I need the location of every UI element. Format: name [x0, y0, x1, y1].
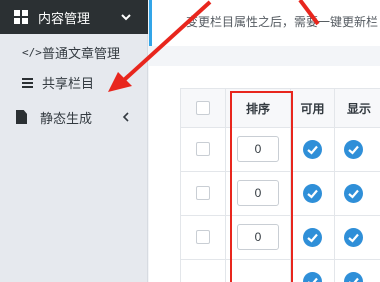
highlight-box — [230, 91, 293, 282]
check-circle-icon[interactable] — [303, 184, 322, 203]
row-checkbox[interactable] — [196, 142, 210, 156]
sidebar-item-shared-columns[interactable]: 共享栏目 — [0, 67, 148, 97]
check-circle-icon[interactable] — [303, 272, 322, 282]
chevron-down-icon — [118, 9, 134, 25]
sidebar-item-label: 普通文章管理 — [42, 46, 121, 62]
row-checkbox[interactable] — [196, 230, 210, 244]
check-circle-icon[interactable] — [344, 184, 363, 203]
notice-text: 变更栏目属性之后，需要一键更新栏 — [186, 15, 379, 29]
sidebar-item-articles[interactable]: </> 普通文章管理 — [0, 37, 148, 67]
notice-bar: 变更栏目属性之后，需要一键更新栏 — [149, 0, 380, 46]
enabled-cell — [290, 128, 335, 172]
header-select-cell — [180, 88, 226, 128]
menu-header-label: 内容管理 — [38, 12, 91, 27]
check-circle-icon[interactable] — [303, 228, 322, 247]
enabled-cell — [290, 216, 335, 260]
visible-cell — [334, 216, 380, 260]
row-checkbox[interactable] — [196, 186, 210, 200]
table-row — [180, 260, 226, 282]
visible-cell — [334, 128, 380, 172]
sidebar-item-static-generation[interactable]: 静态生成 — [0, 100, 148, 134]
sidebar-item-label: 静态生成 — [40, 112, 93, 127]
check-circle-icon[interactable] — [344, 272, 363, 282]
table-row — [180, 216, 226, 260]
chevron-left-icon — [120, 109, 132, 125]
check-circle-icon[interactable] — [303, 140, 322, 159]
list-icon — [22, 78, 33, 88]
sidebar-item-label: 共享栏目 — [42, 76, 95, 92]
check-circle-icon[interactable] — [344, 228, 363, 247]
visible-cell — [334, 172, 380, 216]
code-icon: </> — [22, 45, 42, 59]
sidebar: 内容管理 </> 普通文章管理 共享栏目 静态生成 — [0, 0, 148, 282]
table-row — [180, 172, 226, 216]
check-circle-icon[interactable] — [344, 140, 363, 159]
header-enabled[interactable]: 可用 — [290, 88, 335, 128]
header-visible[interactable]: 显示 — [334, 88, 380, 128]
visible-cell — [334, 260, 380, 282]
section-gap — [149, 46, 380, 66]
enabled-cell — [290, 172, 335, 216]
enabled-cell — [290, 260, 335, 282]
table-row — [180, 128, 226, 172]
document-icon — [16, 110, 27, 124]
menu-content-management[interactable]: 内容管理 — [0, 0, 148, 34]
grid-icon — [14, 10, 28, 24]
select-all-checkbox[interactable] — [196, 101, 210, 115]
